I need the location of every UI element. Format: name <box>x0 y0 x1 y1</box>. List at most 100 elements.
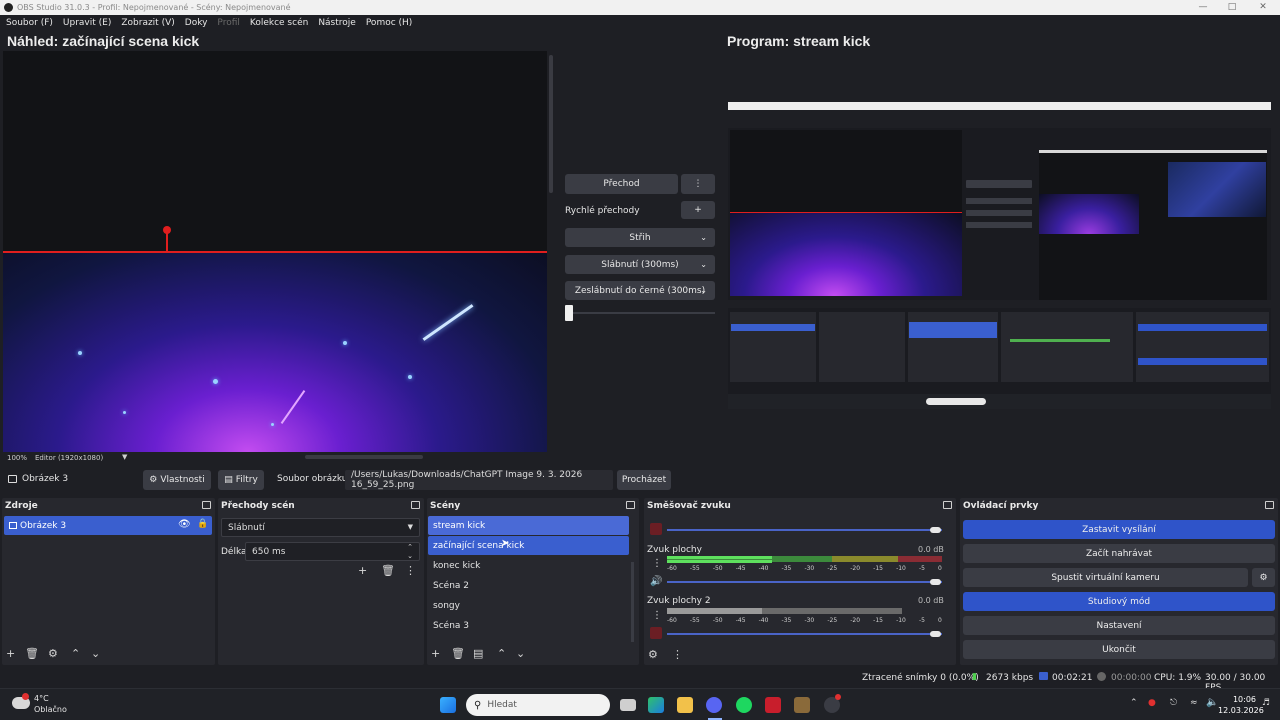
taskbar-search[interactable]: ⚲ Hledat <box>466 694 610 716</box>
volume-slider-knob[interactable] <box>930 579 941 585</box>
tray-app-icon[interactable]: ● <box>1148 698 1156 708</box>
volume-slider-knob[interactable] <box>930 631 941 637</box>
undock-icon[interactable] <box>1265 501 1274 509</box>
speaker-icon[interactable]: 🔊 <box>650 576 662 587</box>
stepper-icon[interactable]: ⌃ ⌄ <box>407 543 413 561</box>
virtual-camera-settings-button[interactable]: ⚙ <box>1252 568 1275 587</box>
transition-select[interactable]: Slábnutí ▼ <box>221 518 420 537</box>
scene-filter-icon[interactable]: ▤ <box>473 648 483 659</box>
discord-icon[interactable] <box>706 697 722 713</box>
trash-icon[interactable]: 🗑 <box>451 648 465 659</box>
menu-file[interactable]: Soubor (F) <box>6 18 53 28</box>
clock-time[interactable]: 10:06 <box>1220 695 1256 704</box>
windows-start-icon[interactable] <box>440 697 456 713</box>
menu-edit[interactable]: Upravit (E) <box>63 18 111 28</box>
lock-icon[interactable]: 🔒 <box>197 519 208 529</box>
scenes-scrollbar[interactable] <box>631 562 634 642</box>
minecraft-icon[interactable] <box>794 697 810 713</box>
preview-hscrollbar[interactable] <box>305 455 423 459</box>
close-button[interactable]: ✕ <box>1246 0 1280 15</box>
menu-scene-collection[interactable]: Kolekce scén <box>250 18 308 28</box>
preview-mode[interactable]: Editor (1920x1080) <box>35 454 103 462</box>
tray-chevron-icon[interactable]: ⌃ <box>1130 698 1138 708</box>
transition-button[interactable]: Přechod <box>565 174 678 194</box>
source-item[interactable]: Obrázek 3 👁 🔒 <box>4 516 212 535</box>
volume-slider[interactable] <box>667 581 942 583</box>
more-icon[interactable]: ⋮ <box>652 558 662 569</box>
add-quick-transition-button[interactable]: + <box>681 201 715 219</box>
studio-mode-button[interactable]: Studiový mód <box>963 592 1275 611</box>
more-icon[interactable]: ⋮ <box>672 649 683 660</box>
move-down-icon[interactable]: ⌄ <box>91 648 100 659</box>
wifi-icon[interactable]: ≈ <box>1190 698 1198 708</box>
tbar-track[interactable] <box>565 312 715 314</box>
move-up-icon[interactable]: ⌃ <box>497 648 506 659</box>
acrobat-icon[interactable] <box>765 697 781 713</box>
file-explorer-icon[interactable] <box>677 697 693 713</box>
scene-item[interactable]: songy <box>433 601 460 611</box>
notification-bell-icon[interactable]: ♬ <box>1262 698 1270 708</box>
undock-icon[interactable] <box>943 501 952 509</box>
volume-slider[interactable] <box>667 633 942 635</box>
more-icon[interactable]: ⋮ <box>652 610 662 621</box>
gear-icon[interactable]: ⚙ <box>648 649 658 660</box>
scene-item-selected[interactable]: začínající scena kick <box>428 536 629 555</box>
browse-button[interactable]: Procházet <box>617 470 671 490</box>
quick-transition-fade[interactable]: Slábnutí (300ms) ⌄ <box>565 255 715 274</box>
eye-icon[interactable]: 👁 <box>178 519 191 530</box>
image-file-path[interactable]: /Users/Lukas/Downloads/ChatGPT Image 9. … <box>345 470 613 490</box>
gear-icon[interactable]: ⚙ <box>48 648 58 659</box>
volume-slider[interactable] <box>667 529 942 531</box>
more-icon[interactable]: ⋮ <box>405 565 416 576</box>
transition-menu-button[interactable]: ⋮ <box>681 174 715 194</box>
trash-icon[interactable]: 🗑 <box>25 648 39 659</box>
preview-vscrollbar[interactable] <box>549 55 553 193</box>
menu-view[interactable]: Zobrazit (V) <box>121 18 174 28</box>
spotify-icon[interactable] <box>736 697 752 713</box>
scene-item-active[interactable]: stream kick <box>428 516 629 535</box>
muted-speaker-icon[interactable] <box>650 627 662 639</box>
scene-item[interactable]: konec kick <box>433 561 480 571</box>
volume-slider-knob[interactable] <box>930 527 941 533</box>
microphone-icon[interactable]: ⎋ <box>1170 698 1177 708</box>
nested-quick-btn <box>966 222 1032 228</box>
start-recording-button[interactable]: Začít nahrávat <box>963 544 1275 563</box>
add-transition-icon[interactable]: + <box>358 565 367 576</box>
volume-icon[interactable]: 🔈 <box>1206 697 1218 708</box>
scene-item[interactable]: Scéna 2 <box>433 581 469 591</box>
tick-label: -20 <box>850 617 861 624</box>
filters-button[interactable]: ▤ Filtry <box>218 470 264 490</box>
move-up-icon[interactable]: ⌃ <box>71 648 80 659</box>
menu-docks[interactable]: Doky <box>185 18 208 28</box>
scene-item[interactable]: Scéna 3 <box>433 621 469 631</box>
muted-speaker-icon[interactable] <box>650 523 662 535</box>
menu-tools[interactable]: Nástroje <box>318 18 356 28</box>
task-view-icon[interactable] <box>620 699 636 711</box>
undock-icon[interactable] <box>626 501 635 509</box>
rotation-handle-dot[interactable] <box>163 226 171 234</box>
tbar-handle[interactable] <box>565 305 573 321</box>
move-down-icon[interactable]: ⌄ <box>516 648 525 659</box>
exit-button[interactable]: Ukončit <box>963 640 1275 659</box>
properties-button[interactable]: ⚙ Vlastnosti <box>143 470 211 490</box>
preview-mode-dropdown-icon[interactable]: ▼ <box>122 453 127 461</box>
settings-button[interactable]: Nastavení <box>963 616 1275 635</box>
maximize-button[interactable]: □ <box>1215 0 1249 15</box>
add-scene-icon[interactable]: + <box>431 648 440 659</box>
add-source-icon[interactable]: + <box>6 648 15 659</box>
trash-icon[interactable]: 🗑 <box>381 565 395 576</box>
edge-icon[interactable] <box>648 697 664 713</box>
preview-canvas[interactable] <box>3 51 547 452</box>
menu-profile[interactable]: Profil <box>217 18 239 28</box>
start-virtual-camera-button[interactable]: Spustit virtuální kameru <box>963 568 1248 587</box>
stop-streaming-button[interactable]: Zastavit vysílání <box>963 520 1275 539</box>
quick-transition-cut[interactable]: Střih ⌄ <box>565 228 715 247</box>
quick-transition-fade-black[interactable]: Zeslábnutí do černé (300ms) ⌄ <box>565 281 715 300</box>
weather-desc: Oblačno <box>34 705 67 714</box>
clock-date[interactable]: 12.03.2026 <box>1218 706 1264 715</box>
duration-input[interactable]: 650 ms ⌃ ⌄ <box>245 542 420 561</box>
nested-source-bar <box>728 300 1271 308</box>
menu-help[interactable]: Pomoc (H) <box>366 18 413 28</box>
undock-icon[interactable] <box>411 501 420 509</box>
undock-icon[interactable] <box>202 501 211 509</box>
